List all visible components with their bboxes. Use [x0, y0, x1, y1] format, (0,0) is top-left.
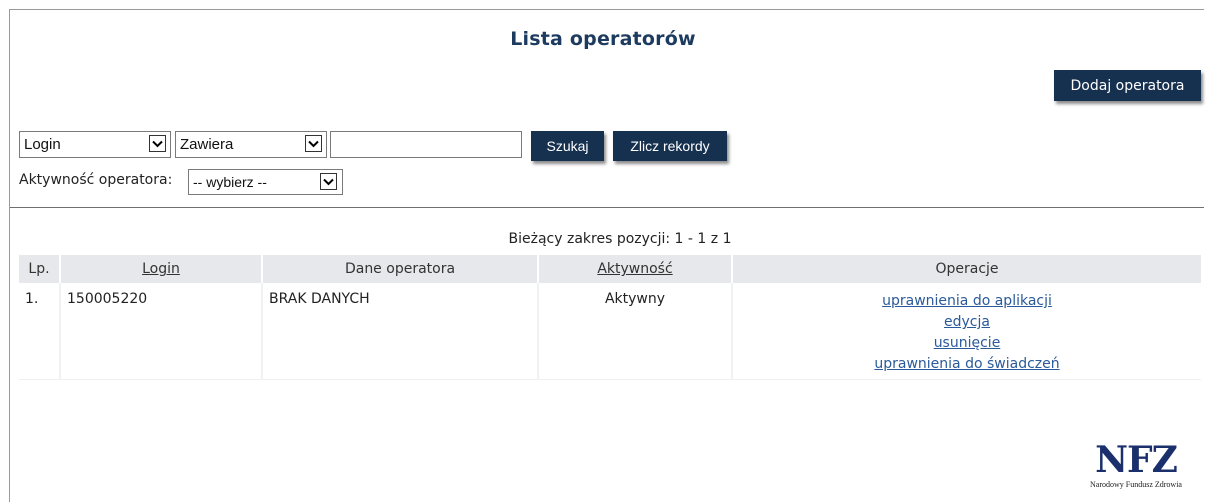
count-records-button[interactable]: Zlicz rekordy — [613, 131, 727, 161]
activity-select-value: -- wybierz -- — [193, 174, 267, 190]
operators-table: Lp. Login Dane operatora Aktywność Opera… — [19, 255, 1201, 380]
condition-select[interactable]: Zawiera — [175, 131, 327, 158]
condition-select-value: Zawiera — [180, 136, 234, 153]
field-select-value: Login — [24, 136, 61, 153]
chevron-down-icon — [320, 173, 337, 190]
search-input[interactable] — [330, 131, 522, 158]
column-header-dane: Dane operatora — [262, 255, 539, 283]
page-title: Lista operatorów — [510, 28, 696, 50]
add-operator-button[interactable]: Dodaj operatora — [1054, 70, 1201, 101]
delete-link[interactable]: usunięcie — [739, 333, 1195, 354]
sort-aktywnosc-link[interactable]: Aktywność — [597, 261, 672, 277]
activity-filter-label: Aktywność operatora: — [19, 172, 173, 188]
cell-aktywnosc: Aktywny — [538, 283, 733, 380]
table-header-row: Lp. Login Dane operatora Aktywność Opera… — [19, 255, 1201, 283]
column-header-lp: Lp. — [19, 255, 61, 283]
table-row: 1. 150005220 BRAK DANYCH Aktywny uprawni… — [19, 283, 1201, 380]
column-header-login[interactable]: Login — [60, 255, 263, 283]
chevron-down-icon — [305, 135, 322, 152]
nfz-logo: NFZ Narodowy Fundusz Zdrowia — [1071, 440, 1201, 500]
field-select[interactable]: Login — [19, 131, 171, 158]
cell-dane: BRAK DANYCH — [262, 283, 539, 380]
edit-link[interactable]: edycja — [739, 312, 1195, 333]
nfz-logo-caption: Narodowy Fundusz Zdrowia — [1090, 480, 1182, 489]
cell-lp: 1. — [19, 283, 61, 380]
nfz-logo-mark: NFZ — [1095, 439, 1178, 481]
app-permissions-link[interactable]: uprawnienia do aplikacji — [739, 291, 1195, 312]
search-button[interactable]: Szukaj — [531, 131, 604, 161]
activity-select[interactable]: -- wybierz -- — [188, 169, 343, 195]
section-divider — [10, 207, 1204, 208]
column-header-operacje: Operacje — [732, 255, 1201, 283]
service-permissions-link[interactable]: uprawnienia do świadczeń — [739, 354, 1195, 375]
cell-operacje: uprawnienia do aplikacji edycja usunięci… — [732, 283, 1201, 380]
chevron-down-icon — [149, 135, 166, 152]
sort-login-link[interactable]: Login — [142, 261, 180, 277]
column-header-aktywnosc[interactable]: Aktywność — [538, 255, 733, 283]
range-indicator: Bieżący zakres pozycji: 1 - 1 z 1 — [508, 231, 732, 247]
cell-login: 150005220 — [60, 283, 263, 380]
